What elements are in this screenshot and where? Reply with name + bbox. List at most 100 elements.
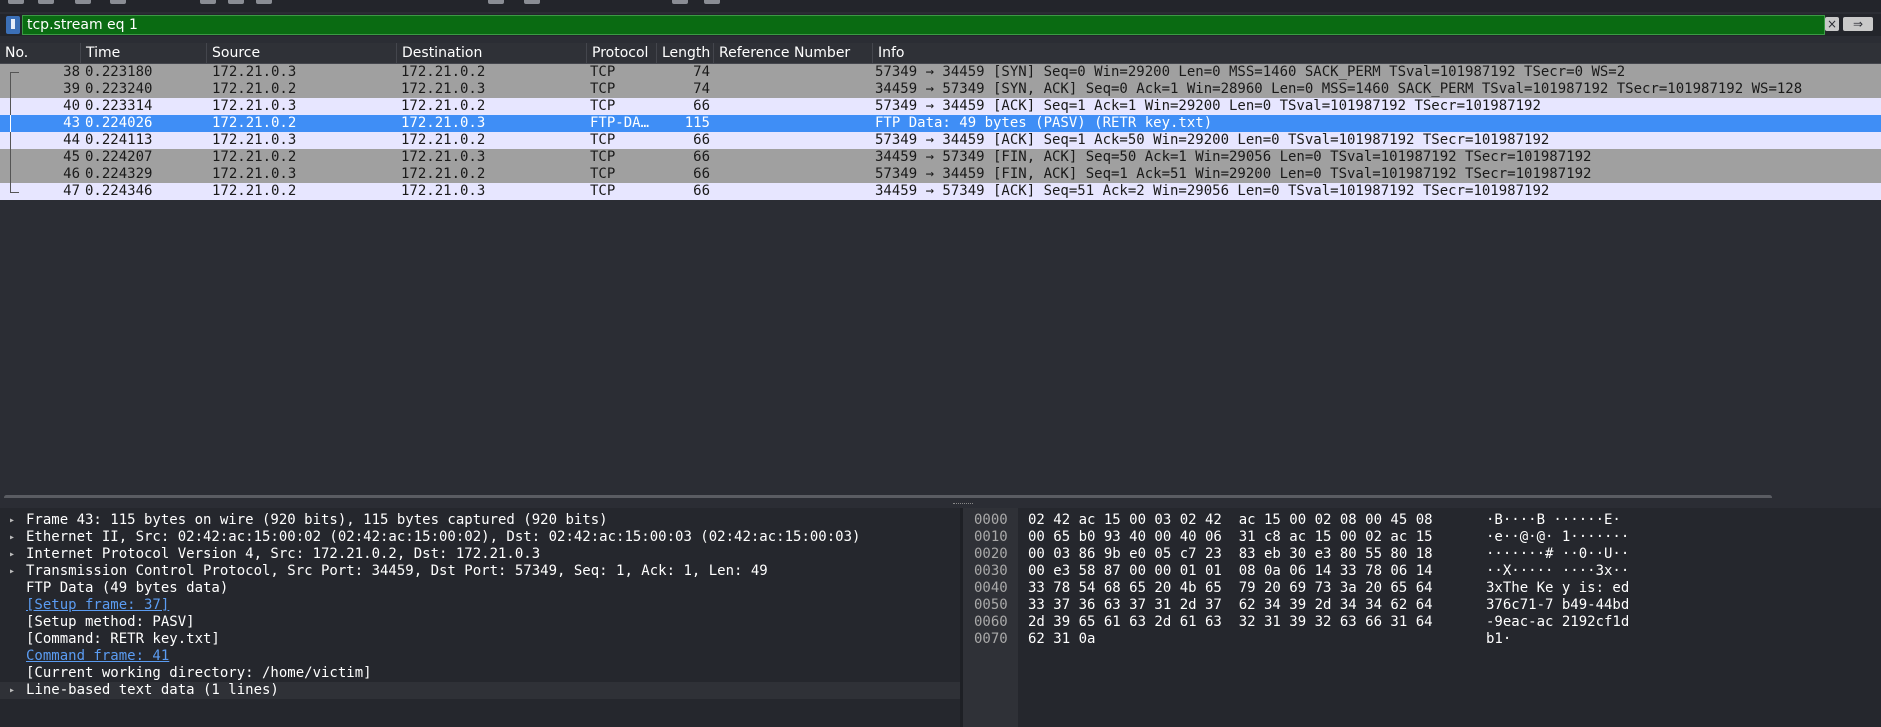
packet-destination: 172.21.0.2 [401,166,486,182]
packet-row[interactable]: 38 0.223180 172.21.0.3 172.21.0.2 TCP 74 57349… [0,64,1881,82]
packet-protocol: TCP [590,166,616,182]
splitter-grip-icon[interactable] [953,503,973,506]
detail-text: [Current working directory: /home/victim… [26,665,372,681]
bytes-row[interactable]: 0000 02 42 ac 15 00 03 02 42 ac 15 00 02 … [963,512,1881,529]
packet-length: 66 [693,166,710,182]
detail-text: [Setup frame: 37] [26,597,170,613]
detail-link[interactable]: [Setup frame: 37] [0,597,960,614]
packet-source: 172.21.0.2 [212,149,297,165]
detail-row[interactable]: ▸ Frame 43: 115 bytes on wire (920 bits),… [0,512,960,529]
column-header-reference-number[interactable]: Reference Number [714,43,873,63]
bytes-row[interactable]: 0060 2d 39 65 61 63 2d 61 63 32 31 39 32 … [963,614,1881,631]
column-header-destination[interactable]: Destination [397,43,587,63]
bytes-row[interactable]: 0040 33 78 54 68 65 20 4b 65 79 20 69 73 … [963,580,1881,597]
packet-list-pane: No. Time Source Destination Protocol Len… [0,43,1881,498]
toolbar-button-icon[interactable] [672,0,688,4]
detail-row[interactable]: ▸ Ethernet II, Src: 02:42:ac:15:00:02 (02… [0,529,960,546]
packet-info: 34459 → 57349 [ACK] Seq=51 Ack=2 Win=290… [875,183,1550,199]
detail-text: Command frame: 41 [26,648,170,664]
packet-row[interactable]: 46 0.224329 172.21.0.3 172.21.0.2 TCP 66 57349… [0,166,1881,183]
packet-row[interactable]: 44 0.224113 172.21.0.3 172.21.0.2 TCP 66 57349… [0,132,1881,149]
packet-number: 39 [63,81,80,97]
expand-arrow-icon[interactable]: ▸ [9,682,19,699]
byte-hex: 00 03 86 9b e0 05 c7 23 83 eb 30 e3 80 5… [1028,546,1433,562]
detail-row[interactable]: FTP Data (49 bytes data) [0,580,960,597]
packet-length: 74 [693,64,710,80]
packet-length: 74 [693,81,710,97]
expand-arrow-icon[interactable]: ▸ [9,546,19,563]
byte-hex: 33 78 54 68 65 20 4b 65 79 20 69 73 3a 2… [1028,580,1433,596]
byte-offset: 0030 [974,563,1008,579]
detail-link[interactable]: Command frame: 41 [0,648,960,665]
packet-reference-number [716,81,866,98]
bytes-row[interactable]: 0050 33 37 36 63 37 31 2d 37 62 34 39 2d … [963,597,1881,614]
byte-ascii: ··X····· ····3x·· [1486,563,1630,579]
detail-row[interactable]: ▸ Transmission Control Protocol, Src Port… [0,563,960,580]
toolbar-button-icon[interactable] [228,0,244,4]
horizontal-scrollbar[interactable] [4,495,1772,498]
bytes-row[interactable]: 0070 62 31 0a b1· [963,631,1881,648]
apply-filter-icon[interactable]: ⇒ [1843,17,1873,31]
pane-splitter[interactable] [0,500,1881,508]
bytes-row[interactable]: 0020 00 03 86 9b e0 05 c7 23 83 eb 30 e3 … [963,546,1881,563]
byte-ascii: ·e··@·@· 1······· [1486,529,1630,545]
packet-protocol: TCP [590,81,616,97]
expand-arrow-icon[interactable]: ▸ [9,512,19,529]
byte-offset: 0060 [974,614,1008,630]
packet-source: 172.21.0.2 [212,115,297,131]
packet-source: 172.21.0.2 [212,81,297,97]
packet-source: 172.21.0.3 [212,64,297,80]
packet-destination: 172.21.0.2 [401,98,486,114]
detail-row[interactable]: [Setup method: PASV] [0,614,960,631]
toolbar-button-icon[interactable] [75,0,91,4]
packet-row[interactable]: 40 0.223314 172.21.0.3 172.21.0.2 TCP 66 57349… [0,98,1881,115]
packet-reference-number [716,183,866,200]
packet-reference-number [716,132,866,149]
toolbar-button-icon[interactable] [110,0,126,4]
packet-info: FTP Data: 49 bytes (PASV) (RETR key.txt) [875,115,1213,131]
packet-row[interactable]: 39 0.223240 172.21.0.2 172.21.0.3 TCP 74 34459… [0,81,1881,98]
bookmark-icon[interactable] [6,16,20,34]
detail-row[interactable]: ▸ Line-based text data (1 lines) [0,682,960,699]
column-header-length[interactable]: Length [657,43,714,63]
detail-row[interactable]: [Command: RETR key.txt] [0,631,960,648]
packet-info: 57349 → 34459 [FIN, ACK] Seq=1 Ack=51 Wi… [875,166,1592,182]
column-header-time[interactable]: Time [81,43,207,63]
packet-reference-number [716,149,866,166]
packet-source: 172.21.0.2 [212,183,297,199]
toolbar-button-icon[interactable] [704,0,720,4]
detail-row[interactable]: [Current working directory: /home/victim… [0,665,960,682]
toolbar-button-icon[interactable] [200,0,216,4]
expand-arrow-icon[interactable]: ▸ [9,563,19,580]
packet-number: 44 [63,132,80,148]
column-header-source[interactable]: Source [207,43,397,63]
packet-source: 172.21.0.3 [212,132,297,148]
packet-time: 0.223240 [85,81,153,97]
bytes-row[interactable]: 0010 00 65 b0 93 40 00 40 06 31 c8 ac 15 … [963,529,1881,546]
packet-time: 0.224329 [85,166,153,182]
detail-row[interactable]: ▸ Internet Protocol Version 4, Src: 172.2… [0,546,960,563]
clear-filter-icon[interactable]: × [1825,17,1839,31]
packet-row[interactable]: 45 0.224207 172.21.0.2 172.21.0.3 TCP 66 34459… [0,149,1881,166]
toolbar-button-icon[interactable] [524,0,540,4]
column-header-protocol[interactable]: Protocol [587,43,657,63]
byte-offset: 0010 [974,529,1008,545]
byte-offset: 0040 [974,580,1008,596]
display-filter-input[interactable]: tcp.stream eq 1 [22,15,1825,35]
toolbar-button-icon[interactable] [488,0,504,4]
byte-ascii: -9eac-ac 2192cf1d [1486,614,1630,630]
expand-arrow-icon[interactable]: ▸ [9,529,19,546]
bytes-row[interactable]: 0030 00 e3 58 87 00 00 01 01 08 0a 06 14 … [963,563,1881,580]
packet-protocol: TCP [590,132,616,148]
toolbar-button-icon[interactable] [8,0,24,4]
toolbar-button-icon[interactable] [256,0,272,4]
packet-rows: 38 0.223180 172.21.0.3 172.21.0.2 TCP 74 57349… [0,64,1881,200]
packet-row[interactable]: 43 0.224026 172.21.0.2 172.21.0.3 FTP-DA… 115… [0,115,1881,132]
column-header-info[interactable]: Info [873,43,1881,63]
column-header-no[interactable]: No. [0,43,81,63]
toolbar-button-icon[interactable] [38,0,54,4]
packet-reference-number [716,115,866,132]
packet-row[interactable]: 47 0.224346 172.21.0.2 172.21.0.3 TCP 66 34459… [0,183,1881,200]
packet-info: 57349 → 34459 [ACK] Seq=1 Ack=1 Win=2920… [875,98,1541,114]
packet-bytes-pane: 0000 02 42 ac 15 00 03 02 42 ac 15 00 02 … [963,508,1881,727]
